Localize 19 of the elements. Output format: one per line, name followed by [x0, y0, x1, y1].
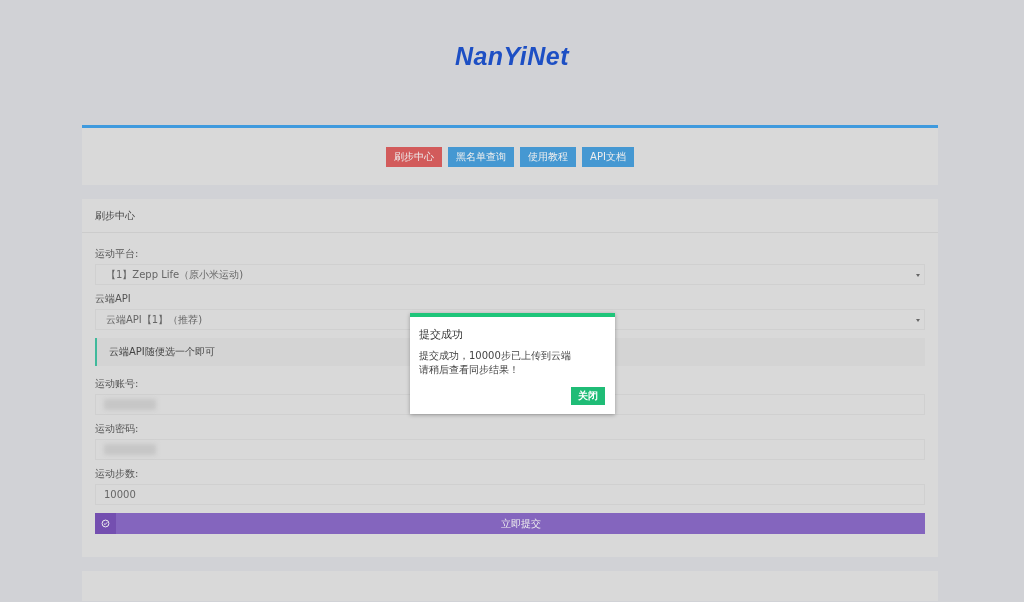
nav-button[interactable]: 黑名单查询 — [448, 146, 515, 167]
field-label: 云端API — [95, 293, 132, 305]
field-label: 运动步数: — [95, 468, 140, 480]
nav-button[interactable]: 刷步中心 — [386, 146, 443, 167]
dropdown-caret-icon — [915, 272, 921, 278]
field-label: 运动平台: — [95, 248, 140, 260]
logo: NanYiNet — [454, 41, 570, 72]
submit-button[interactable]: 立即提交 — [95, 513, 925, 534]
nav-button[interactable]: API文档 — [582, 146, 634, 167]
dialog-title: 提交成功 — [419, 327, 464, 341]
field-label: 运动密码: — [95, 423, 140, 435]
card-title: 刷步中心 — [82, 199, 938, 233]
nav-button[interactable]: 使用教程 — [520, 146, 577, 167]
close-button[interactable]: 关闭 — [571, 387, 605, 405]
input-field[interactable]: 10000 — [95, 484, 925, 505]
select-field[interactable]: 【1】Zepp Life（原小米运动) — [95, 264, 925, 285]
field-label: 运动账号: — [95, 378, 140, 390]
dropdown-caret-icon — [915, 317, 921, 323]
check-circle-icon — [101, 519, 110, 528]
